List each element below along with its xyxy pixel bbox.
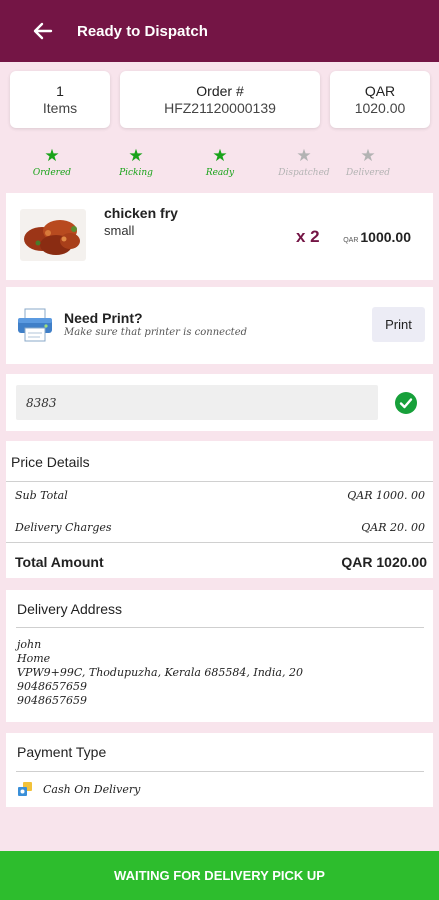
items-count-box: 1 Items [10,71,110,128]
waiting-pickup-button[interactable]: WAITING FOR DELIVERY PICK UP [0,851,439,900]
order-number-box: Order # HFZ21120000139 [120,71,320,128]
payment-type-card: Payment Type Cash On Delivery [6,733,433,807]
address-name: john [17,638,42,651]
divider [6,542,433,543]
order-summary: 1 Items Order # HFZ21120000139 QAR 1020.… [10,71,430,128]
address-line: VPW9+99C, Thodupuzha, Kerala 685584, Ind… [17,666,303,679]
delivery-address-title: Delivery Address [17,601,123,617]
printer-icon [18,308,52,342]
order-item-card: chicken fry small x 2 QAR 1000.00 [6,193,433,280]
step-label: Ready [205,168,235,178]
currency-label: QAR [364,82,396,99]
address-phone-alt: 9048657659 [17,694,87,707]
cash-icon [18,782,32,796]
star-icon: ★ [128,146,144,165]
step-picking: ★ Picking [96,146,176,179]
address-type: Home [17,652,51,665]
verification-card [6,374,433,431]
food-image [20,209,86,261]
code-input[interactable] [16,385,378,420]
print-title: Need Print? [64,310,143,326]
star-icon: ★ [212,146,228,165]
step-label: Delivered [345,168,391,178]
price-details-title: Price Details [11,454,90,470]
delivery-address-card: Delivery Address john Home VPW9+99C, Tho… [6,590,433,722]
arrow-left-icon [33,22,53,40]
total-amount-label: Total Amount [15,554,104,570]
payment-method: Cash On Delivery [43,783,141,796]
order-total: 1020.00 [354,99,406,116]
price-currency: QAR [343,237,359,244]
back-button[interactable] [28,16,58,46]
delivery-charges-label: Delivery Charges [15,521,112,534]
delivery-charges-value: QAR 20. 00 [361,521,425,534]
step-ready: ★ Ready [180,146,260,179]
step-ordered: ★ Ordered [12,146,92,179]
print-subtitle: Make sure that printer is connected [64,327,248,338]
items-count: 1 [56,82,64,99]
address-block: john Home VPW9+99C, Thodupuzha, Kerala 6… [17,638,303,708]
step-label: Ordered [32,168,72,178]
step-delivered: ★ Delivered [328,146,408,179]
item-variant: small [104,223,135,238]
page-title: Ready to Dispatch [77,22,208,40]
divider [16,771,424,772]
sub-total-label: Sub Total [15,489,68,502]
items-label: Items [42,99,78,116]
order-number: HFZ21120000139 [164,99,276,116]
price-value: 1000.00 [360,229,411,245]
order-total-box: QAR 1020.00 [330,71,430,128]
item-quantity: x 2 [296,227,320,246]
app-bar: Ready to Dispatch [0,0,439,62]
item-name: chicken fry [104,205,178,221]
order-label: Order # [196,82,244,99]
address-phone: 9048657659 [17,680,87,693]
sub-total-value: QAR 1000. 00 [347,489,425,502]
divider [16,627,424,628]
divider [6,481,433,482]
star-icon: ★ [360,146,376,165]
total-amount-row: Total Amount QAR 1020.00 [15,554,427,570]
total-amount-value: QAR 1020.00 [341,554,427,570]
sub-total-row: Sub Total QAR 1000. 00 [15,489,425,502]
item-price: QAR 1000.00 [343,229,411,245]
delivery-charges-row: Delivery Charges QAR 20. 00 [15,521,425,534]
price-details-card: Price Details Sub Total QAR 1000. 00 Del… [6,441,433,578]
print-card: Need Print? Make sure that printer is co… [6,287,433,364]
check-circle-icon [395,392,417,414]
order-status-tracker: ★ Ordered ★ Picking ★ Ready ★ Dispatched… [0,147,439,183]
print-button[interactable]: Print [372,307,425,342]
star-icon: ★ [44,146,60,165]
step-label: Picking [119,168,153,178]
payment-type-title: Payment Type [17,744,107,760]
